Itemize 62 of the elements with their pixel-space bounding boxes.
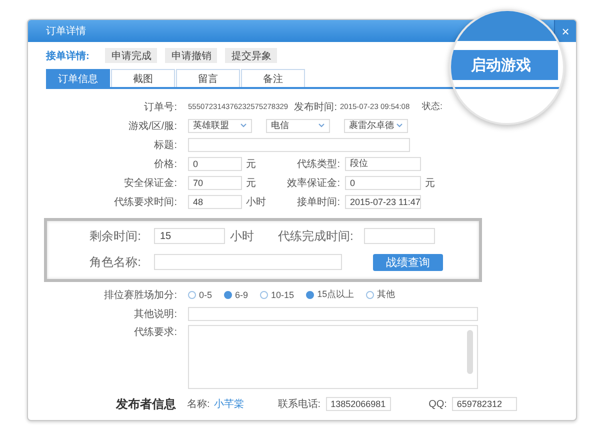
caret-icon xyxy=(318,123,325,128)
input-field[interactable]: 0 xyxy=(345,176,421,190)
field-label: 发布时间: xyxy=(293,100,337,114)
unit-label: 元 xyxy=(425,176,435,190)
radio-option[interactable]: 10-15 xyxy=(260,290,294,300)
field-label: 剩余时间: xyxy=(88,228,141,244)
input-field[interactable]: 13852066981 xyxy=(326,397,391,411)
field-label: 标题: xyxy=(153,138,177,152)
field-label: 角色名称: xyxy=(88,254,141,270)
input-field[interactable] xyxy=(188,138,410,152)
unit-label: 小时 xyxy=(246,196,266,208)
field-label: 游戏/区/服: xyxy=(128,120,177,132)
input-field[interactable]: 48 xyxy=(188,194,242,208)
field-label: 排位赛胜场加分: xyxy=(103,288,177,302)
input-field[interactable] xyxy=(364,228,436,244)
dropdown[interactable]: 英雄联盟 xyxy=(188,118,252,132)
scrollbar[interactable] xyxy=(467,330,473,374)
input-field[interactable]: 2015-07-23 11:47 xyxy=(345,194,421,208)
text-area[interactable] xyxy=(188,325,478,389)
action-button[interactable]: 申请撤销 xyxy=(165,48,218,63)
field-label: 名称: xyxy=(187,398,210,411)
field-label: 状态: xyxy=(422,100,443,113)
field-label: 联系电话: xyxy=(278,398,321,411)
caret-icon xyxy=(240,123,247,128)
radio-option[interactable]: 0-5 xyxy=(188,290,212,300)
input-field[interactable] xyxy=(154,254,342,270)
input-field[interactable] xyxy=(188,306,478,320)
field-label: 代练要求: xyxy=(133,326,177,339)
unit-label: 小时 xyxy=(230,228,255,244)
field-label: 安全保证金: xyxy=(123,176,177,190)
field-label: 代练类型: xyxy=(296,158,340,170)
publisher-name-link[interactable]: 小芊棠 xyxy=(214,397,244,411)
field-label: QQ: xyxy=(428,398,447,410)
dropdown[interactable]: 电信 xyxy=(266,118,330,132)
section-title: 发布者信息 xyxy=(114,396,176,412)
window-title: 订单详情 xyxy=(46,24,87,38)
input-field[interactable]: 0 xyxy=(188,156,242,170)
field-label: 效率保证金: xyxy=(286,176,340,190)
tab[interactable]: 截图 xyxy=(111,69,175,87)
unit-label: 元 xyxy=(246,158,256,170)
field-label: 订单号: xyxy=(143,100,177,114)
radio-option[interactable]: 其他 xyxy=(366,288,396,301)
tab[interactable]: 留言 xyxy=(176,69,240,87)
field-label: 其他说明: xyxy=(133,308,177,320)
tab[interactable]: 备注 xyxy=(241,69,305,87)
action-button[interactable]: 提交异象 xyxy=(225,48,278,63)
radio-option[interactable]: 15点以上 xyxy=(306,288,354,301)
caret-icon xyxy=(396,123,403,128)
input-field[interactable]: 659782312 xyxy=(452,397,517,411)
unit-label: 元 xyxy=(246,176,256,190)
input-field[interactable]: 段位 xyxy=(345,156,421,170)
dropdown[interactable]: 裹雷尔卓德 xyxy=(344,118,408,132)
input-field[interactable]: 70 xyxy=(188,176,242,190)
field-label: 代练要求时间: xyxy=(113,196,177,208)
section-label: 接单详情: xyxy=(46,49,90,62)
radio-option[interactable]: 6-9 xyxy=(224,290,248,300)
field-label: 接单时间: xyxy=(296,196,340,208)
close-button[interactable]: × xyxy=(554,20,576,42)
action-button[interactable]: 申请完成 xyxy=(105,48,158,63)
field-label: 代练完成时间: xyxy=(278,228,354,244)
field-label: 价格: xyxy=(153,158,177,170)
input-field[interactable]: 15 xyxy=(154,228,225,244)
